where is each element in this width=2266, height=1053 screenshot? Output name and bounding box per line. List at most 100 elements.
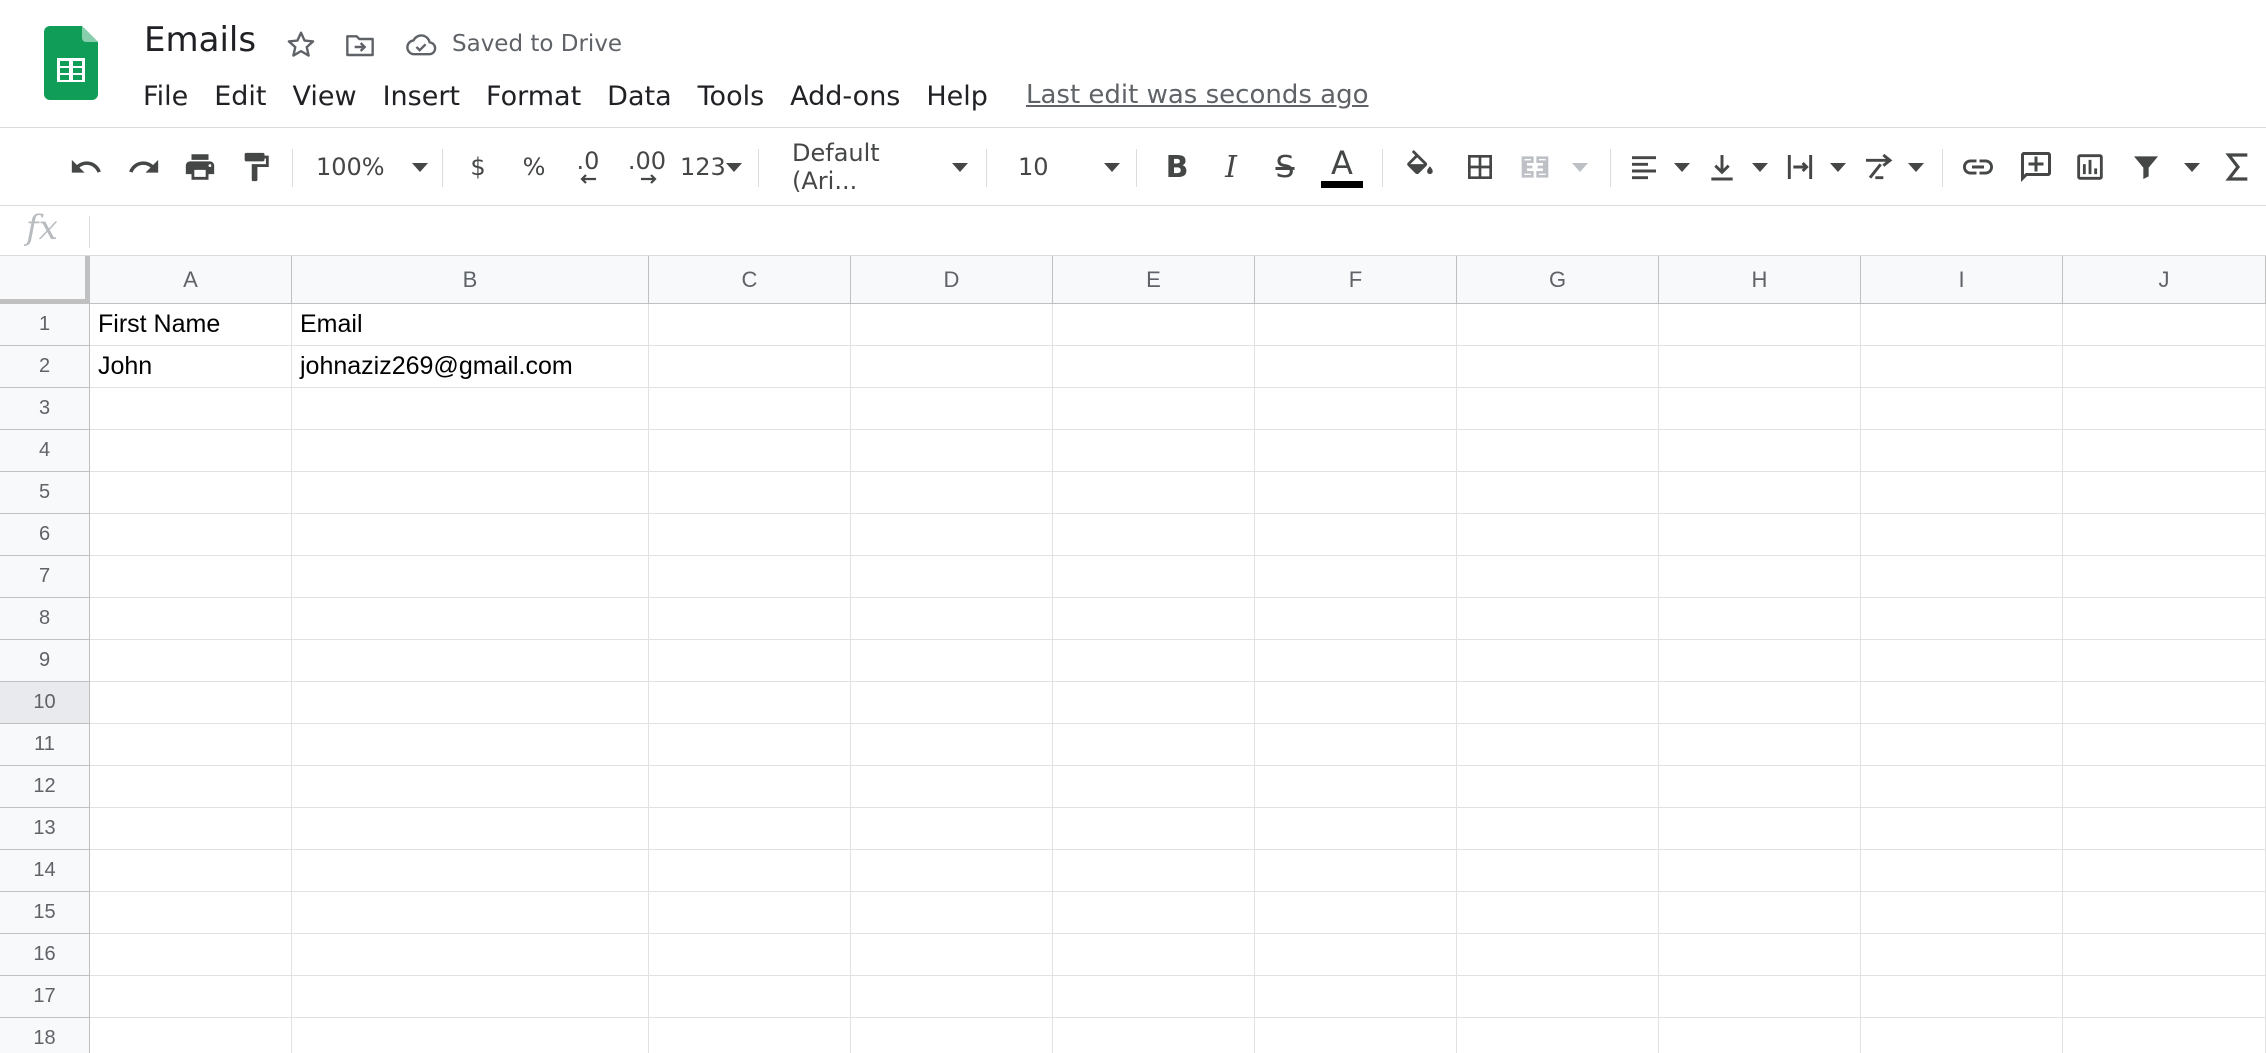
cell-c13[interactable]	[649, 808, 851, 850]
cell-a12[interactable]	[90, 766, 292, 808]
cell-h7[interactable]	[1659, 556, 1861, 598]
functions-sigma-icon[interactable]	[2220, 147, 2256, 187]
cell-c4[interactable]	[649, 430, 851, 472]
cell-d12[interactable]	[851, 766, 1053, 808]
cell-f14[interactable]	[1255, 850, 1457, 892]
last-edit-link[interactable]: Last edit was seconds ago	[1026, 80, 1369, 110]
spreadsheet-grid[interactable]: A B C D E F G H I J 1 First Name Email 2 John johnaziz2…	[0, 256, 2266, 1053]
cell-g10[interactable]	[1457, 682, 1659, 724]
cell-b2[interactable]: johnaziz269@gmail.com	[292, 346, 649, 388]
cell-j10[interactable]	[2063, 682, 2266, 724]
row-header-12[interactable]: 12	[0, 766, 90, 808]
cell-c5[interactable]	[649, 472, 851, 514]
insert-comment-icon[interactable]	[2016, 147, 2056, 187]
cell-b14[interactable]	[292, 850, 649, 892]
cell-g12[interactable]	[1457, 766, 1659, 808]
column-header-a[interactable]: A	[90, 256, 292, 304]
column-header-i[interactable]: I	[1861, 256, 2063, 304]
cell-b12[interactable]	[292, 766, 649, 808]
cell-g2[interactable]	[1457, 346, 1659, 388]
cell-j11[interactable]	[2063, 724, 2266, 766]
cell-h18[interactable]	[1659, 1018, 1861, 1053]
cell-j18[interactable]	[2063, 1018, 2266, 1053]
cell-i18[interactable]	[1861, 1018, 2063, 1053]
cell-a14[interactable]	[90, 850, 292, 892]
column-header-e[interactable]: E	[1053, 256, 1255, 304]
font-size-select[interactable]: 10	[1018, 147, 1120, 187]
cell-c12[interactable]	[649, 766, 851, 808]
cell-c18[interactable]	[649, 1018, 851, 1053]
cell-h14[interactable]	[1659, 850, 1861, 892]
cell-c7[interactable]	[649, 556, 851, 598]
cell-g1[interactable]	[1457, 304, 1659, 346]
cell-a3[interactable]	[90, 388, 292, 430]
undo-icon[interactable]	[66, 147, 106, 187]
cell-g18[interactable]	[1457, 1018, 1659, 1053]
cell-d9[interactable]	[851, 640, 1053, 682]
cell-i17[interactable]	[1861, 976, 2063, 1018]
cell-d10[interactable]	[851, 682, 1053, 724]
menu-edit[interactable]: Edit	[201, 81, 279, 112]
cell-f2[interactable]	[1255, 346, 1457, 388]
cell-f15[interactable]	[1255, 892, 1457, 934]
cell-e17[interactable]	[1053, 976, 1255, 1018]
cell-f16[interactable]	[1255, 934, 1457, 976]
cell-i12[interactable]	[1861, 766, 2063, 808]
cell-h10[interactable]	[1659, 682, 1861, 724]
cell-b6[interactable]	[292, 514, 649, 556]
document-title[interactable]: Emails	[144, 20, 256, 60]
cell-i7[interactable]	[1861, 556, 2063, 598]
cell-c10[interactable]	[649, 682, 851, 724]
cell-c16[interactable]	[649, 934, 851, 976]
cell-i15[interactable]	[1861, 892, 2063, 934]
column-header-h[interactable]: H	[1659, 256, 1861, 304]
italic-button[interactable]: I	[1212, 147, 1250, 187]
cell-j5[interactable]	[2063, 472, 2266, 514]
menu-add-ons[interactable]: Add-ons	[777, 81, 913, 112]
row-header-16[interactable]: 16	[0, 934, 90, 976]
row-header-7[interactable]: 7	[0, 556, 90, 598]
cell-d6[interactable]	[851, 514, 1053, 556]
cell-b9[interactable]	[292, 640, 649, 682]
cell-e11[interactable]	[1053, 724, 1255, 766]
cell-h17[interactable]	[1659, 976, 1861, 1018]
cell-h5[interactable]	[1659, 472, 1861, 514]
cell-g15[interactable]	[1457, 892, 1659, 934]
cell-e8[interactable]	[1053, 598, 1255, 640]
cell-e6[interactable]	[1053, 514, 1255, 556]
cell-e3[interactable]	[1053, 388, 1255, 430]
cell-c8[interactable]	[649, 598, 851, 640]
column-header-d[interactable]: D	[851, 256, 1053, 304]
column-header-g[interactable]: G	[1457, 256, 1659, 304]
cell-j15[interactable]	[2063, 892, 2266, 934]
cell-g17[interactable]	[1457, 976, 1659, 1018]
cell-c11[interactable]	[649, 724, 851, 766]
cell-b3[interactable]	[292, 388, 649, 430]
cell-a10[interactable]	[90, 682, 292, 724]
cell-f8[interactable]	[1255, 598, 1457, 640]
percent-format-button[interactable]: %	[518, 147, 550, 187]
cell-j17[interactable]	[2063, 976, 2266, 1018]
zoom-select[interactable]: 100%	[316, 147, 428, 187]
cell-j2[interactable]	[2063, 346, 2266, 388]
cell-c2[interactable]	[649, 346, 851, 388]
more-formats-select[interactable]: 123	[680, 147, 742, 187]
cell-d3[interactable]	[851, 388, 1053, 430]
star-icon[interactable]	[284, 28, 318, 62]
cell-f13[interactable]	[1255, 808, 1457, 850]
cell-j7[interactable]	[2063, 556, 2266, 598]
cell-g14[interactable]	[1457, 850, 1659, 892]
cell-f4[interactable]	[1255, 430, 1457, 472]
cell-a18[interactable]	[90, 1018, 292, 1053]
cell-f6[interactable]	[1255, 514, 1457, 556]
cell-a9[interactable]	[90, 640, 292, 682]
cell-f9[interactable]	[1255, 640, 1457, 682]
cell-b4[interactable]	[292, 430, 649, 472]
cell-f7[interactable]	[1255, 556, 1457, 598]
text-color-button[interactable]: A	[1320, 144, 1364, 190]
cell-b7[interactable]	[292, 556, 649, 598]
cell-i5[interactable]	[1861, 472, 2063, 514]
cell-b13[interactable]	[292, 808, 649, 850]
row-header-6[interactable]: 6	[0, 514, 90, 556]
insert-link-icon[interactable]	[1958, 147, 1998, 187]
